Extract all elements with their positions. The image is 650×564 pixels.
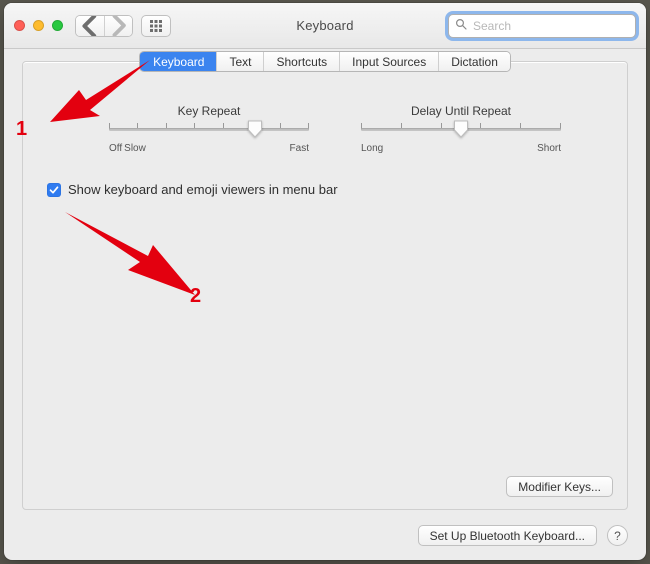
window-title: Keyboard [4,18,646,33]
help-button[interactable]: ? [607,525,628,546]
delay-until-repeat-block: Delay Until Repeat Long Short [361,104,561,154]
modifier-keys-button[interactable]: Modifier Keys... [506,476,613,497]
tab-text[interactable]: Text [216,52,263,71]
slider-end-long: Long [361,143,383,154]
button-label: Modifier Keys... [518,480,601,494]
check-icon [49,185,59,195]
tab-label: Shortcuts [276,55,327,69]
tab-shortcuts[interactable]: Shortcuts [263,52,339,71]
window-footer: Set Up Bluetooth Keyboard... ? [418,525,628,546]
preferences-window: Keyboard Keyboard Text Shortcuts Input S… [4,3,646,560]
tab-label: Input Sources [352,55,426,69]
button-label: Set Up Bluetooth Keyboard... [430,529,585,543]
help-icon: ? [614,529,621,543]
slider-end-short: Short [537,143,561,154]
slider-thumb[interactable] [248,120,263,138]
tab-input-sources[interactable]: Input Sources [339,52,438,71]
tab-keyboard[interactable]: Keyboard [140,52,216,71]
delay-until-repeat-label: Delay Until Repeat [361,104,561,118]
slider-end-fast: Fast [290,143,309,154]
key-repeat-label: Key Repeat [109,104,309,118]
tab-bar: Keyboard Text Shortcuts Input Sources Di… [23,51,627,72]
slider-end-off: Off [109,143,122,154]
slider-end-slow: Slow [124,143,146,154]
titlebar: Keyboard [4,3,646,49]
preferences-pane: Keyboard Text Shortcuts Input Sources Di… [22,61,628,510]
tab-label: Text [229,55,251,69]
tab-label: Keyboard [153,55,204,69]
show-viewers-label: Show keyboard and emoji viewers in menu … [68,182,338,197]
bluetooth-keyboard-button[interactable]: Set Up Bluetooth Keyboard... [418,525,597,546]
delay-until-repeat-slider[interactable] [361,122,561,142]
key-repeat-slider[interactable] [109,122,309,142]
slider-thumb[interactable] [454,120,469,138]
show-viewers-row: Show keyboard and emoji viewers in menu … [47,182,627,197]
tab-dictation[interactable]: Dictation [438,52,510,71]
tab-label: Dictation [451,55,498,69]
show-viewers-checkbox[interactable] [47,183,61,197]
key-repeat-block: Key Repeat Off Slow Fast [109,104,309,154]
